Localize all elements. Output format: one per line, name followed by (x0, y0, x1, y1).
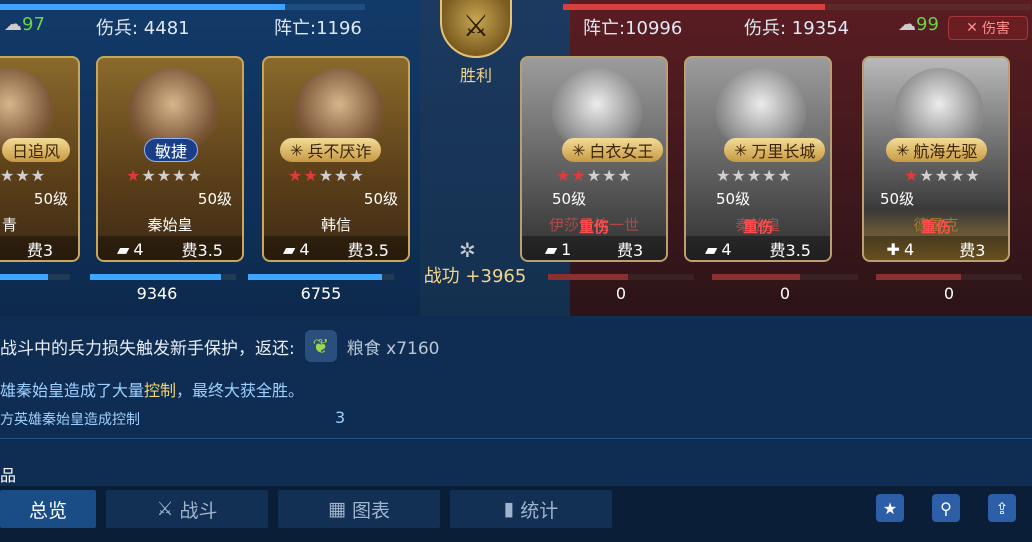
star-rating: ★★★★★ (904, 166, 981, 185)
hero-stats: 费3 (0, 236, 78, 260)
attacker-troop-bar (0, 4, 365, 10)
hero-stats: ✚ 4 费3 (864, 236, 1008, 260)
tab-statistics[interactable]: ▮ 统计 (450, 490, 612, 528)
bar-chart-icon: ▮ (503, 498, 515, 520)
hero-card[interactable]: ✳ 白衣女王 ★★★★★ 50级 伊莎贝拉一世 重伤 ▰ 1 费3 (520, 56, 668, 262)
divider (0, 438, 1032, 439)
hero-troop-count: 72 (0, 284, 70, 303)
swords-icon: ⚔ (156, 498, 174, 520)
hero-card[interactable]: ✳ 航海先驱 ★★★★★ 50级 德雷克 重伤 ✚ 4 费3 (862, 56, 1010, 262)
tank-icon: ▰ (117, 239, 130, 259)
attacker-power: ☁97 (4, 14, 45, 35)
hero-hp-bar (90, 274, 236, 280)
skill-badge: 日追风 (2, 138, 71, 162)
star-rating: ★★★ (0, 166, 47, 185)
star-rating: ★★★★★ (556, 166, 633, 185)
hero-hp-bar (248, 274, 394, 280)
star-icon: ★ (882, 498, 898, 518)
pin-icon: ⚲ (940, 498, 952, 518)
grain-icon: ❦ (304, 330, 337, 362)
merit-icon: ✲ (459, 238, 476, 262)
hero-level: 50级 (33, 190, 68, 208)
attacker-wounded: 伤兵: 4481 (96, 18, 190, 39)
defender-wounded: 伤兵: 19354 (744, 18, 850, 39)
hero-troop-count: 6755 (300, 284, 342, 303)
hero-card[interactable]: ✳ 兵不厌诈 ★★★★★ 50级 韩信 ▰ 4 费3.5 (262, 56, 410, 262)
damage-button[interactable]: ✕ 伤害 (948, 16, 1028, 40)
star-rating: ★★★★★ (288, 166, 365, 185)
grain-reward: 粮食 x7160 (346, 338, 440, 359)
hero-level: 50级 (552, 190, 587, 208)
tab-battle[interactable]: ⚔ 战斗 (106, 490, 268, 528)
hero-troop-count: 9346 (136, 284, 178, 303)
rifle-icon: ✚ (886, 239, 900, 259)
hero-stats: ▰ 4 费3.5 (264, 236, 408, 260)
skill-badge: ✳ 白衣女王 (562, 138, 664, 162)
hero-level: 50级 (363, 190, 398, 208)
sparkle-icon: ✳ (290, 140, 304, 160)
star-rating: ★★★★★ (126, 166, 203, 185)
hero-stats: ▰ 4 费3.5 (98, 236, 242, 260)
hero-troop-count: 0 (779, 284, 791, 303)
hero-name: 韩信 (320, 216, 351, 234)
tank-icon: ▰ (705, 239, 718, 259)
sparkle-icon: ✳ (896, 140, 910, 160)
share-button[interactable]: ⇪ (988, 494, 1016, 522)
skill-badge: ✳ 万里长城 (724, 138, 826, 162)
star-rating: ★★★★★ (716, 166, 793, 185)
injury-status: 重伤 (742, 218, 773, 236)
power-icon: ☁ (898, 14, 916, 35)
hero-level: 50级 (880, 190, 915, 208)
battle-result: 胜利 (459, 66, 492, 85)
battle-summary-text: 雄秦始皇造成了大量控制，最终大获全胜。 (0, 381, 305, 400)
sparkle-icon: ✳ (734, 140, 748, 160)
tab-chart[interactable]: ▦ 图表 (278, 490, 440, 528)
protection-notice: 战斗中的兵力损失触发新手保护，返还: ❦ 粮食 x7160 (0, 330, 439, 362)
skill-badge: ✳ 兵不厌诈 (280, 138, 382, 162)
hero-troop-count: 0 (943, 284, 955, 303)
battle-summary-panel: ☁97 伤兵: 4481 阵亡:1196 阵亡:10996 伤兵: 19354 … (0, 0, 1032, 316)
control-stat-label: 方英雄秦始皇造成控制 (0, 412, 140, 428)
table-icon: ▦ (328, 498, 346, 520)
hero-hp-bar (876, 274, 1022, 280)
defender-dead: 阵亡:10996 (583, 18, 683, 39)
defender-power: ☁99 (898, 14, 939, 35)
hero-hp-bar (548, 274, 694, 280)
sparkle-icon: ✳ (572, 140, 586, 160)
hero-card[interactable]: 日追风 ★★★ 50级 青 费3 (0, 56, 80, 262)
tank-icon: ▰ (544, 239, 558, 259)
hero-hp-bar (712, 274, 858, 280)
control-stat-value: 3 (335, 408, 346, 427)
favorite-button[interactable]: ★ (876, 494, 904, 522)
share-icon: ⇪ (995, 498, 1009, 518)
hero-level: 50级 (716, 190, 751, 208)
injury-status: 重伤 (920, 218, 951, 236)
hero-name: 秦始皇 (147, 216, 193, 234)
hero-card[interactable]: 敏捷 ★★★★★ 50级 秦始皇 ▰ 4 费3.5 (96, 56, 244, 262)
hero-hp-bar (0, 274, 70, 280)
hero-card[interactable]: ✳ 万里长城 ★★★★★ 50级 秦始皇 重伤 ▰ 4 费3.5 (684, 56, 832, 262)
battle-report: ☁97 伤兵: 4481 阵亡:1196 阵亡:10996 伤兵: 19354 … (0, 0, 1032, 542)
hero-level: 50级 (197, 190, 232, 208)
hero-stats: ▰ 1 费3 (522, 236, 666, 260)
skill-badge: 敏捷 (144, 138, 199, 162)
tank-icon: ▰ (283, 239, 296, 259)
injury-status: 重伤 (578, 218, 609, 236)
tab-overview[interactable]: 总览 (0, 490, 96, 528)
section-label: 品 (0, 466, 17, 485)
location-button[interactable]: ⚲ (932, 494, 960, 522)
close-icon: ✕ (966, 20, 978, 36)
defender-troop-bar (563, 4, 1031, 10)
attacker-dead: 阵亡:1196 (274, 18, 362, 39)
hero-troop-count: 0 (615, 284, 627, 303)
merit-value: 战功 +3965 (423, 266, 527, 287)
power-icon: ☁ (4, 14, 22, 35)
skill-badge: ✳ 航海先驱 (886, 138, 988, 162)
hero-name: 青 (2, 216, 18, 234)
hero-stats: ▰ 4 费3.5 (686, 236, 830, 260)
